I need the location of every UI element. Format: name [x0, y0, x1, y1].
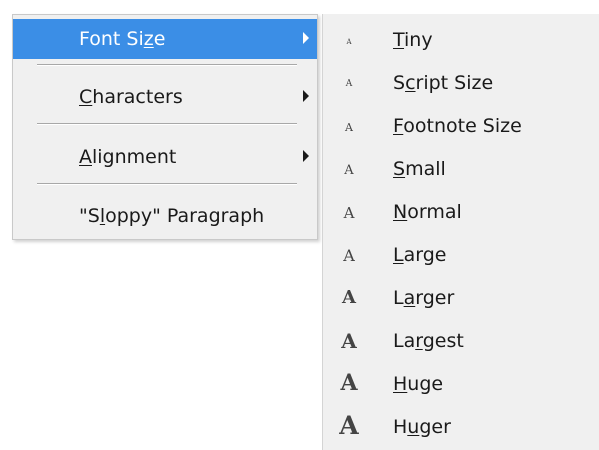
submenu-item-small[interactable]: A Small — [323, 147, 599, 190]
menu-separator — [37, 123, 297, 125]
font-size-glyph-icon: A — [345, 121, 353, 134]
submenu-item-normal[interactable]: A Normal — [323, 190, 599, 233]
submenu-item-script-size[interactable]: A Script Size — [323, 61, 599, 104]
font-size-glyph-icon: A — [341, 329, 357, 353]
submenu-item-label: Small — [393, 158, 446, 180]
submenu-arrow-icon — [303, 32, 309, 44]
submenu-item-larger[interactable]: A Larger — [323, 276, 599, 319]
menu-item-font-size[interactable]: Font Size — [13, 19, 317, 59]
menu-item-characters[interactable]: Characters — [13, 77, 317, 117]
submenu-item-label: Large — [393, 244, 447, 266]
font-size-glyph-icon: A — [339, 411, 359, 440]
submenu-item-tiny[interactable]: A Tiny — [323, 18, 599, 61]
font-size-glyph-icon: A — [343, 246, 355, 265]
submenu-item-label: Footnote Size — [393, 115, 522, 137]
font-size-glyph-icon: A — [344, 163, 354, 178]
menu-item-label: Characters — [79, 86, 183, 108]
menu-separator — [37, 64, 297, 66]
context-menu: Font Size Characters Alignment "Sloppy" … — [12, 14, 318, 240]
submenu-item-huger[interactable]: A Huger — [323, 405, 599, 448]
font-size-glyph-icon: A — [346, 38, 352, 46]
submenu-item-large[interactable]: A Large — [323, 233, 599, 276]
font-size-glyph-icon: A — [340, 370, 358, 396]
font-size-glyph-icon: A — [345, 79, 353, 89]
submenu-item-huge[interactable]: A Huge — [323, 362, 599, 405]
submenu-arrow-icon — [303, 150, 309, 162]
submenu-item-label: Larger — [393, 287, 455, 309]
font-size-submenu: A Tiny A Script Size A Footnote Size A S… — [322, 14, 599, 450]
menu-item-label: "Sloppy" Paragraph — [79, 205, 265, 227]
menu-separator — [37, 183, 297, 185]
submenu-item-label: Normal — [393, 201, 462, 223]
font-size-glyph-icon: A — [342, 287, 356, 308]
submenu-item-label: Huger — [393, 416, 451, 438]
menu-item-sloppy-paragraph[interactable]: "Sloppy" Paragraph — [13, 196, 317, 236]
submenu-item-label: Tiny — [393, 29, 433, 51]
font-size-glyph-icon: A — [343, 204, 355, 222]
submenu-item-label: Largest — [393, 330, 464, 352]
menu-item-label: Alignment — [79, 146, 177, 168]
submenu-item-label: Huge — [393, 373, 444, 395]
menu-item-label: Font Size — [79, 28, 166, 50]
submenu-arrow-icon — [303, 90, 309, 102]
submenu-item-footnote-size[interactable]: A Footnote Size — [323, 104, 599, 147]
submenu-item-largest[interactable]: A Largest — [323, 319, 599, 362]
submenu-item-label: Script Size — [393, 72, 494, 94]
menu-item-alignment[interactable]: Alignment — [13, 137, 317, 177]
